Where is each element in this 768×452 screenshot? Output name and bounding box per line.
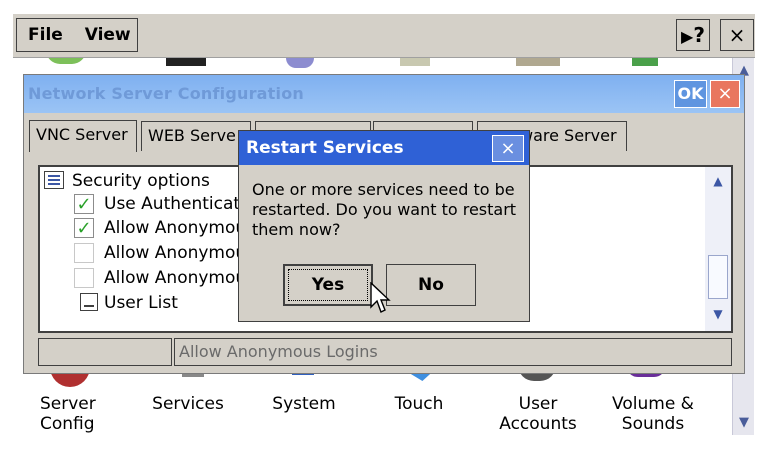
label-user-accounts[interactable]: User Accounts (492, 394, 584, 434)
user-list-icon (80, 293, 98, 311)
restart-title: Restart Services (246, 138, 404, 158)
checkbox-allow-anonymous-1[interactable]: ✓ (74, 218, 94, 239)
tree-item-allow-anonymous-3[interactable]: Allow Anonymou (104, 267, 246, 289)
tree-item-allow-anonymous-1[interactable]: Allow Anonymou (104, 217, 246, 239)
nsc-ok-button[interactable]: OK (674, 80, 707, 108)
scroll-down-arrow-icon[interactable]: ▼ (735, 414, 753, 432)
list-icon (44, 171, 64, 189)
help-pointer-icon: ▶ (681, 27, 694, 46)
help-pointer-button[interactable]: ▶? (676, 19, 710, 51)
window-close-button[interactable]: × (720, 19, 754, 51)
tree-item-allow-anonymous-2[interactable]: Allow Anonymou (104, 242, 246, 264)
tree-scroll-thumb[interactable] (708, 255, 728, 299)
menu-file[interactable]: File (28, 19, 63, 51)
nsc-title: Network Server Configuration (28, 84, 304, 103)
restart-close-button[interactable]: × (492, 135, 524, 162)
tree-scroll-up-icon[interactable]: ▲ (706, 172, 730, 190)
menu-box: File View (16, 18, 138, 52)
mouse-pointer-icon (370, 282, 391, 313)
label-touch[interactable]: Touch (384, 394, 454, 414)
top-icon-5 (516, 58, 560, 66)
status-field-left (38, 338, 172, 366)
checkbox-use-authentication[interactable]: ✓ (74, 194, 94, 215)
checkbox-allow-anonymous-3[interactable] (74, 268, 94, 288)
tree-item-use-authentication[interactable]: Use Authenticat (104, 193, 240, 215)
tab-vnc-server[interactable]: VNC Server (29, 120, 137, 152)
checkbox-allow-anonymous-2[interactable] (74, 243, 94, 263)
status-description: Allow Anonymous Logins (174, 338, 732, 366)
yes-button[interactable]: Yes (283, 264, 373, 306)
tree-root-security-options[interactable]: Security options (72, 170, 210, 192)
no-button[interactable]: No (386, 264, 476, 306)
tab-web-server[interactable]: WEB Serve (141, 121, 251, 151)
top-icon-6 (632, 58, 658, 66)
top-icon-2 (166, 58, 206, 66)
top-icon-4 (400, 58, 430, 66)
menu-view[interactable]: View (85, 19, 131, 51)
label-volume-sounds[interactable]: Volume & Sounds (604, 394, 702, 434)
nsc-close-button[interactable]: × (710, 80, 740, 108)
tree-scroll-down-icon[interactable]: ▼ (706, 305, 730, 323)
tree-item-user-list[interactable]: User List (104, 292, 178, 314)
label-system[interactable]: System (266, 394, 342, 414)
label-server-config[interactable]: Server Config (40, 394, 104, 434)
label-services[interactable]: Services (146, 394, 230, 414)
restart-message: One or more services need to be restarte… (252, 180, 517, 239)
